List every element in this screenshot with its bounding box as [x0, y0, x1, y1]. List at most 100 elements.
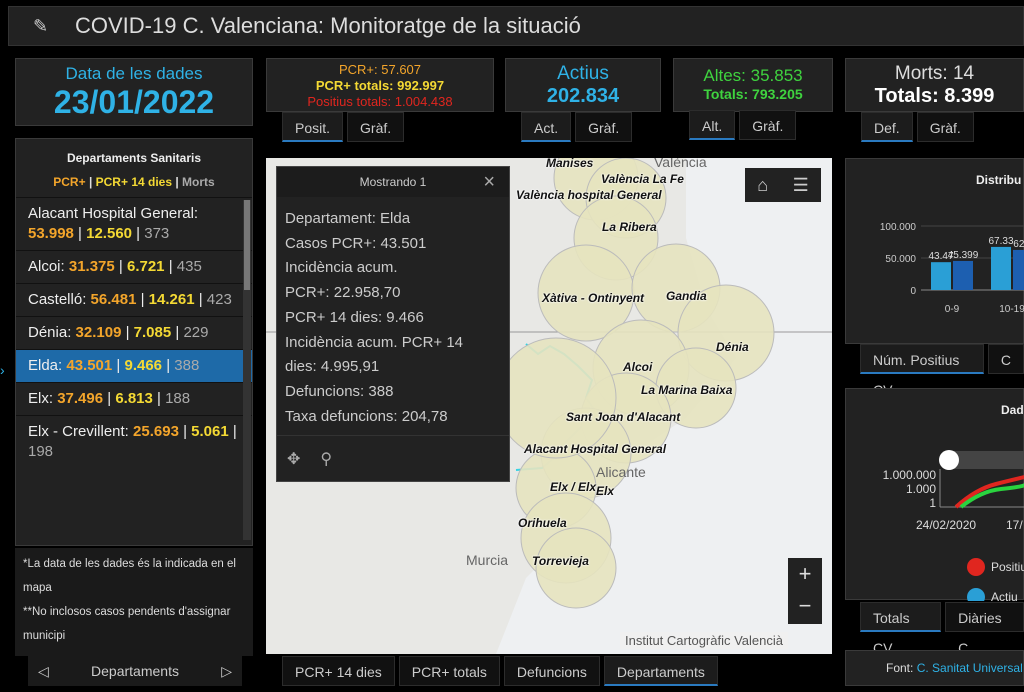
map-label[interactable]: Alcoi — [623, 360, 652, 374]
bar[interactable] — [991, 246, 1011, 290]
x-tick-label: 17/ — [1006, 518, 1023, 532]
note-2: **No inclosos casos pendents d'assignar … — [23, 606, 231, 642]
department-item[interactable]: Alacant Hospital General: 53.998 | 12.56… — [16, 197, 252, 250]
tab-alt[interactable]: Alt. — [689, 110, 736, 140]
map-label[interactable]: Elx — [596, 484, 614, 498]
distribution-tabs: Núm. Positius CV C — [860, 344, 1024, 398]
x-tick-label: 0-9 — [945, 304, 960, 315]
close-icon[interactable]: × — [483, 167, 495, 197]
map-label[interactable]: Torrevieja — [532, 554, 589, 568]
legend-sep: | — [172, 175, 183, 189]
altes-totals: Totals: 793.205 — [703, 86, 803, 102]
tab-alt-graf[interactable]: Gràf. — [739, 110, 797, 140]
map-label[interactable]: Dénia — [716, 340, 749, 354]
departaments-title: Departaments Sanitaris — [66, 151, 202, 165]
department-item[interactable]: Elx: 37.496 | 6.813 | 188 — [16, 382, 252, 415]
map-label[interactable]: Gandia — [666, 289, 707, 303]
department-pcr14: 12.560 — [86, 225, 133, 242]
department-item[interactable]: Alcoi: 31.375 | 6.721 | 435 — [16, 250, 252, 283]
map-city-label: Murcia — [466, 552, 509, 568]
tab-posit[interactable]: Posit. — [282, 112, 344, 142]
positius-tabs: Posit. Gràf. — [282, 112, 405, 142]
legend-pcr14: PCR+ 14 dies — [95, 175, 173, 189]
tab-act-graf[interactable]: Gràf. — [575, 112, 633, 142]
department-pcr14: 6.813 — [115, 390, 153, 407]
department-pcr: 53.998 — [28, 225, 74, 242]
departaments-legend: PCR+ | PCR+ 14 dies | Morts — [16, 175, 252, 189]
zoom-to-icon[interactable]: ⚲ — [320, 449, 332, 469]
time-slider-handle[interactable] — [939, 450, 959, 470]
layer-list-icon[interactable]: ☰ — [793, 175, 809, 196]
evolution-panel: Dad 1.000.000 1.000 1 24/02/2020 17/Positiu A… — [845, 388, 1024, 601]
bar[interactable] — [1013, 249, 1024, 290]
department-pcr14: 14.261 — [148, 291, 195, 308]
tab-def[interactable]: Def. — [861, 112, 913, 142]
map-label[interactable]: Sant Joan d'Alacant — [566, 410, 680, 424]
department-item[interactable]: Elda: 43.501 | 9.466 | 388 — [16, 349, 252, 382]
y-tick-label: 1.000.000 — [883, 468, 937, 482]
map-label[interactable]: La Marina Baixa — [641, 383, 732, 397]
department-pcr: 25.693 — [133, 423, 179, 440]
distribution-panel: Distribu 100.000 50.000 0 43.47 45.399 0-9 67.… — [845, 158, 1024, 344]
bar[interactable] — [953, 260, 973, 290]
legend-label: Actiu — [991, 590, 1018, 601]
source-label: Font: — [886, 661, 917, 675]
map-label[interactable]: La Ribera — [602, 220, 657, 234]
notes-panel: *La data de les dades és la indicada en … — [15, 548, 253, 656]
legend-label: Positiu — [991, 560, 1024, 574]
department-name: Alcoi: — [28, 258, 69, 275]
next-icon[interactable]: ▷ — [221, 663, 232, 680]
tab-posit-graf[interactable]: Gràf. — [347, 112, 405, 142]
department-name: Elx: — [28, 390, 58, 407]
legend-sep: | — [85, 175, 96, 189]
tab-act[interactable]: Act. — [521, 112, 572, 142]
y-tick-label: 1.000 — [906, 482, 936, 496]
left-arrow-icon[interactable]: › — [0, 362, 8, 386]
map-popup: Mostrando 1 × Departament: Elda Casos PCR… — [276, 166, 510, 482]
departaments-scroll-thumb[interactable] — [244, 200, 250, 290]
tab-departaments[interactable]: Departaments — [603, 656, 718, 686]
tab-totals-cv[interactable]: Totals CV — [860, 602, 942, 656]
home-icon[interactable]: ⌂ — [757, 175, 768, 196]
note-1: *La data de les dades és la indicada en … — [23, 558, 236, 594]
tab-diaries[interactable]: Diàries C — [945, 602, 1024, 656]
zoom-out-button[interactable]: − — [788, 590, 822, 622]
map-label[interactable]: Alacant Hospital General — [524, 442, 666, 456]
map-label[interactable]: Orihuela — [518, 516, 567, 530]
tab-defuncions[interactable]: Defuncions — [503, 656, 600, 686]
app-title: COVID-19 C. Valenciana: Monitoratge de l… — [75, 13, 581, 38]
department-item[interactable]: Elx - Crevillent: 25.693 | 5.061 | 198 — [16, 415, 252, 468]
date-panel: Data de les dades 23/01/2022 — [15, 58, 253, 126]
bar-label: 67.33 — [988, 236, 1013, 247]
map-label[interactable]: València La Fe — [601, 172, 684, 186]
tab-pcr-totals[interactable]: PCR+ totals — [398, 656, 500, 686]
tab-distribution-2[interactable]: C — [987, 344, 1024, 374]
bar-label: 62.6 — [1013, 239, 1024, 250]
map-label[interactable]: Xàtiva - Ontinyent — [542, 291, 644, 305]
department-name: Castelló: — [28, 291, 91, 308]
zoom-in-button[interactable]: + — [788, 558, 822, 590]
y-tick-label: 0 — [910, 286, 916, 297]
move-icon[interactable]: ✥ — [287, 449, 300, 469]
popup-line: PCR+ 14 dies: 9.466 — [285, 308, 424, 326]
popup-title: Mostrando 1 — [359, 175, 427, 189]
map-label[interactable]: Manises — [546, 158, 593, 170]
app-header: ✎ COVID-19 C. Valenciana: Monitoratge de… — [8, 6, 1024, 46]
department-pcr: 56.481 — [90, 291, 137, 308]
prev-icon[interactable]: ◁ — [38, 663, 49, 680]
tab-pcr14[interactable]: PCR+ 14 dies — [282, 656, 395, 686]
source-link[interactable]: C. Sanitat Universal — [917, 661, 1023, 675]
department-pcr: 37.496 — [57, 390, 104, 407]
bar[interactable] — [931, 262, 951, 290]
date-value: 23/01/2022 — [53, 84, 215, 120]
department-item[interactable]: Dénia: 32.109 | 7.085 | 229 — [16, 316, 252, 349]
tab-def-graf[interactable]: Gràf. — [916, 112, 974, 142]
map-label[interactable]: València hospital General — [516, 188, 662, 202]
evolution-tabs: Totals CV Diàries C — [860, 602, 1024, 656]
actius-tabs: Act. Gràf. — [521, 112, 633, 142]
pcr-value: PCR+: 57.607 — [338, 62, 422, 77]
tab-num-positius[interactable]: Núm. Positius CV — [860, 344, 984, 398]
department-morts: 229 — [183, 324, 209, 341]
department-item[interactable]: Castelló: 56.481 | 14.261 | 423 — [16, 283, 252, 316]
map-label[interactable]: Elx / Elx — [550, 480, 596, 494]
